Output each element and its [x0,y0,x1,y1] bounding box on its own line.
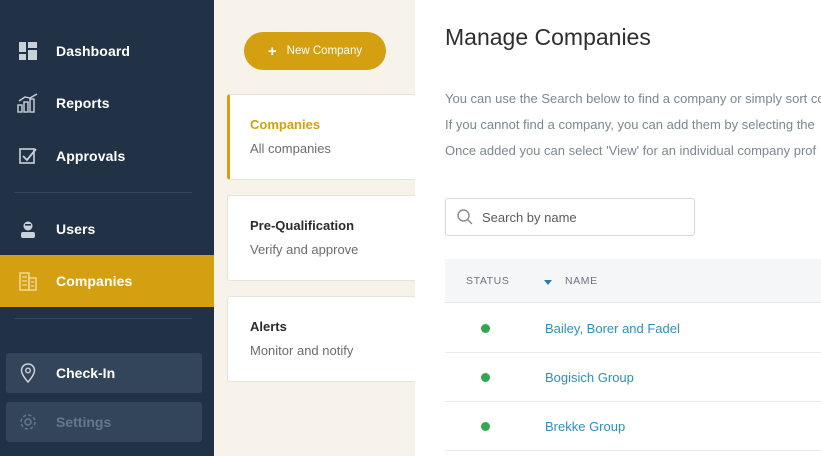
table-row: Bogisich Group [445,353,821,402]
description-line: Once added you can select 'View' for an … [445,143,817,158]
new-company-button-label: New Company [286,45,363,57]
sort-down-icon[interactable] [544,280,552,285]
sidebar-item-label: Users [56,221,96,237]
sidebar-item-settings[interactable]: Settings [6,402,202,442]
card-subtitle: Verify and approve [250,242,359,257]
subnav-card-companies[interactable]: Companies All companies [227,94,415,180]
description-line: If you cannot find a company, you can ad… [445,117,815,132]
sidebar-divider [14,318,192,319]
companies-icon [17,270,39,292]
company-name-link[interactable]: Brekke Group [545,419,625,434]
gear-icon [17,411,39,433]
table-row: Brekke Group [445,402,821,451]
sidebar-item-label: Check-In [56,365,116,381]
sidebar-item-approvals[interactable]: Approvals [0,130,214,182]
sidebar-item-reports[interactable]: Reports [0,77,214,129]
table-header: STATUS NAME [445,259,821,303]
status-dot [481,422,490,431]
dashboard-icon [17,40,39,62]
sidebar-item-label: Companies [56,273,133,289]
sidebar-item-check-in[interactable]: Check-In [6,353,202,393]
sidebar-divider [14,192,192,193]
status-dot [481,373,490,382]
status-dot [481,324,490,333]
sidebar-item-label: Settings [56,414,112,430]
company-name-link[interactable]: Bailey, Borer and Fadel [545,321,680,336]
company-name-link[interactable]: Bogisich Group [545,370,634,385]
reports-icon [17,92,39,114]
column-header-name[interactable]: NAME [565,275,598,287]
card-subtitle: Monitor and notify [250,343,354,358]
new-company-button[interactable]: + New Company [244,32,386,70]
column-header-status[interactable]: STATUS [466,275,509,287]
sidebar-item-label: Dashboard [56,43,131,59]
sidebar-item-users[interactable]: Users [0,203,214,255]
table-row: Bailey, Borer and Fadel [445,304,821,353]
subnav-card-pre-qualification[interactable]: Pre-Qualification Verify and approve [227,195,415,281]
location-pin-icon [17,362,39,384]
description-line: You can use the Search below to find a c… [445,91,821,106]
card-title: Pre-Qualification [250,218,355,233]
page-title: Manage Companies [445,24,651,50]
sidebar-item-label: Approvals [56,148,126,164]
card-title: Alerts [250,319,287,334]
main-content: Manage Companies You can use the Search … [415,0,821,456]
card-title: Companies [250,117,321,132]
approvals-icon [17,145,39,167]
plus-icon: + [267,42,277,60]
subnav-card-alerts[interactable]: Alerts Monitor and notify [227,296,415,382]
card-subtitle: All companies [250,141,331,156]
search-icon [456,208,474,226]
sidebar: Dashboard Reports Approvals Users Compan… [0,0,214,456]
sidebar-item-label: Reports [56,95,110,111]
sidebar-item-companies[interactable]: Companies [0,255,214,307]
search-input[interactable] [482,199,687,235]
search-box [445,198,695,236]
sidebar-item-dashboard[interactable]: Dashboard [0,25,214,77]
sub-nav-panel: + New Company Companies All companies Pr… [214,0,415,456]
user-icon [17,218,39,240]
